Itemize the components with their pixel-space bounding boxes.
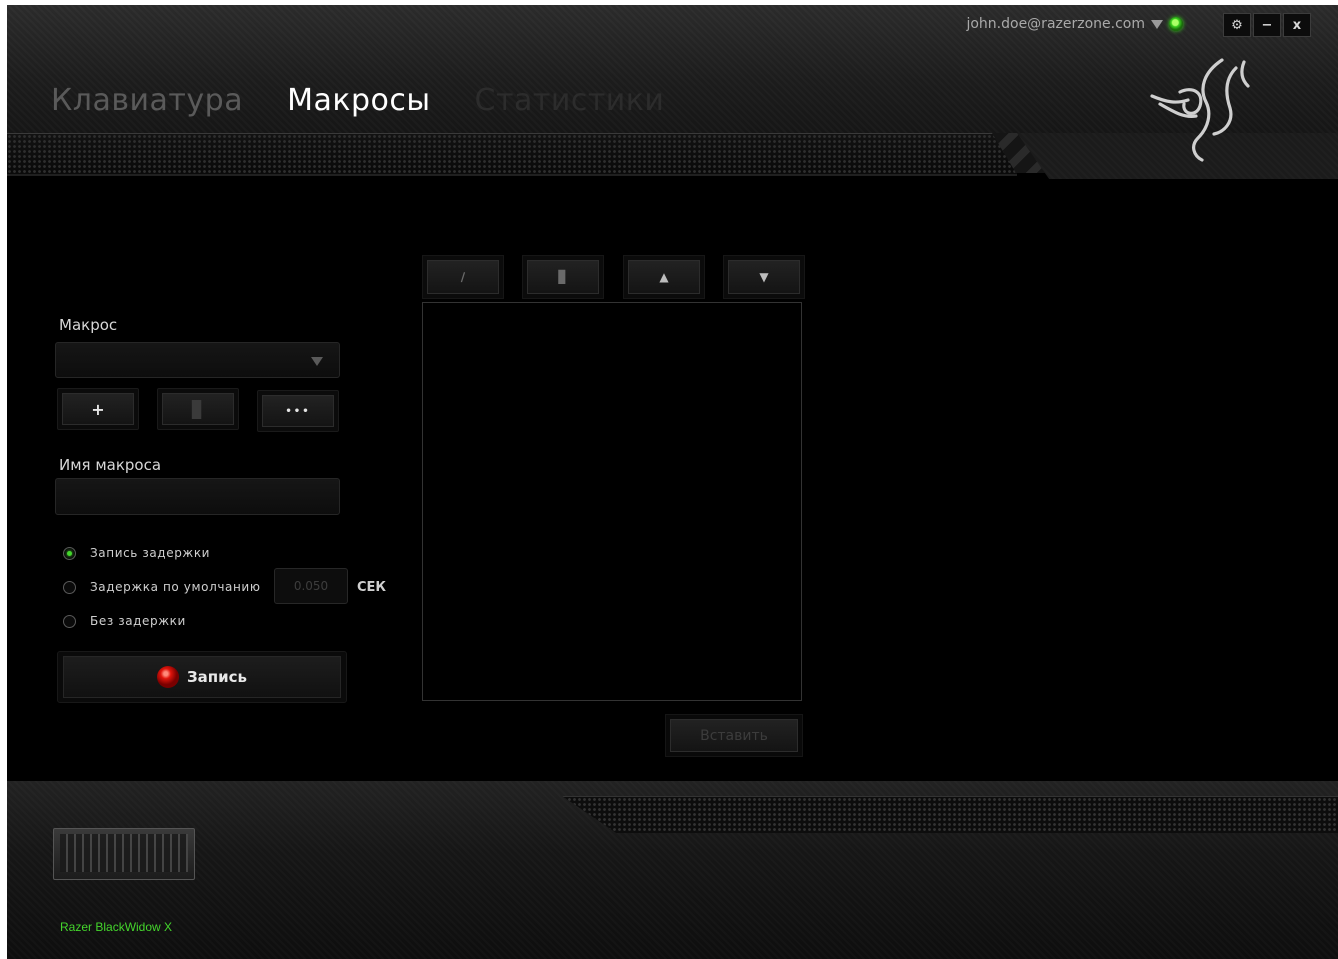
- arrow-down-icon: ▼: [759, 270, 769, 284]
- main-tabs: Клавиатура Макросы Статистики: [51, 83, 664, 118]
- close-button[interactable]: x: [1283, 13, 1311, 37]
- delay-unit-label: СЕК: [357, 580, 387, 595]
- record-icon: [156, 666, 179, 688]
- delete-step-button[interactable]: ▊: [527, 260, 599, 294]
- record-frame: Запись: [57, 651, 347, 703]
- insert-frame: Вставить: [665, 714, 803, 757]
- edit-frame: ∕: [422, 255, 504, 299]
- tab-stats[interactable]: Статистики: [475, 83, 665, 118]
- radio-checked-icon[interactable]: [63, 546, 76, 560]
- macro-name-input[interactable]: [55, 478, 340, 515]
- minimize-button[interactable]: −: [1253, 13, 1281, 37]
- record-button-label: Запись: [186, 668, 248, 686]
- account-email[interactable]: john.doe@razerzone.com: [966, 16, 1145, 32]
- add-macro-button[interactable]: +: [62, 393, 134, 425]
- default-delay-input[interactable]: 0.050: [274, 568, 348, 604]
- more-options-button[interactable]: •••: [262, 395, 334, 427]
- keyboard-keys: [60, 834, 188, 872]
- chevron-down-icon: [311, 357, 323, 366]
- insert-button[interactable]: Вставить: [670, 719, 798, 752]
- radio-default-delay[interactable]: Задержка по умолчанию: [63, 580, 261, 594]
- radio-record-delay-label: Запись задержки: [90, 546, 211, 560]
- edit-button[interactable]: ∕: [427, 260, 499, 294]
- radio-no-delay-label: Без задержки: [90, 614, 186, 628]
- record-button[interactable]: Запись: [63, 656, 341, 698]
- device-name: Razer BlackWidow X: [60, 920, 173, 934]
- macro-select[interactable]: [55, 342, 340, 378]
- tab-keyboard[interactable]: Клавиатура: [51, 83, 243, 118]
- move-up-frame: ▲: [623, 255, 705, 299]
- more-options-frame: •••: [257, 390, 339, 432]
- razer-logo-icon: [1150, 58, 1250, 162]
- move-down-frame: ▼: [723, 255, 805, 299]
- delete-step-frame: ▊: [522, 255, 604, 299]
- online-status-icon: [1169, 17, 1183, 31]
- radio-no-delay[interactable]: Без задержки: [63, 614, 186, 628]
- trash-icon: ▊: [558, 270, 568, 284]
- keyboard-device-icon[interactable]: [53, 828, 195, 880]
- account-area: john.doe@razerzone.com: [966, 14, 1183, 34]
- radio-record-delay[interactable]: Запись задержки: [63, 546, 210, 560]
- move-down-button[interactable]: ▼: [728, 260, 800, 294]
- account-dropdown-icon[interactable]: [1151, 19, 1163, 29]
- settings-button[interactable]: ⚙: [1223, 13, 1251, 37]
- app-window: john.doe@razerzone.com ⚙ − x Клавиатура …: [7, 5, 1338, 959]
- radio-default-delay-label: Задержка по умолчанию: [90, 580, 261, 594]
- tab-macros[interactable]: Макросы: [287, 83, 430, 118]
- pencil-icon: ∕: [460, 270, 466, 284]
- arrow-up-icon: ▲: [659, 270, 669, 284]
- macro-steps-list[interactable]: [422, 302, 802, 701]
- footer-band: [562, 796, 1338, 833]
- radio-unchecked-icon[interactable]: [63, 614, 76, 628]
- radio-unchecked-icon[interactable]: [63, 580, 76, 594]
- delete-macro-button[interactable]: ▊: [162, 393, 234, 425]
- delete-macro-frame: ▊: [157, 388, 239, 430]
- move-up-button[interactable]: ▲: [628, 260, 700, 294]
- macro-name-label: Имя макроса: [59, 456, 162, 474]
- window-controls: ⚙ − x: [1223, 13, 1311, 37]
- header-band: [7, 133, 1017, 176]
- macro-label: Макрос: [59, 316, 118, 334]
- add-macro-frame: +: [57, 388, 139, 430]
